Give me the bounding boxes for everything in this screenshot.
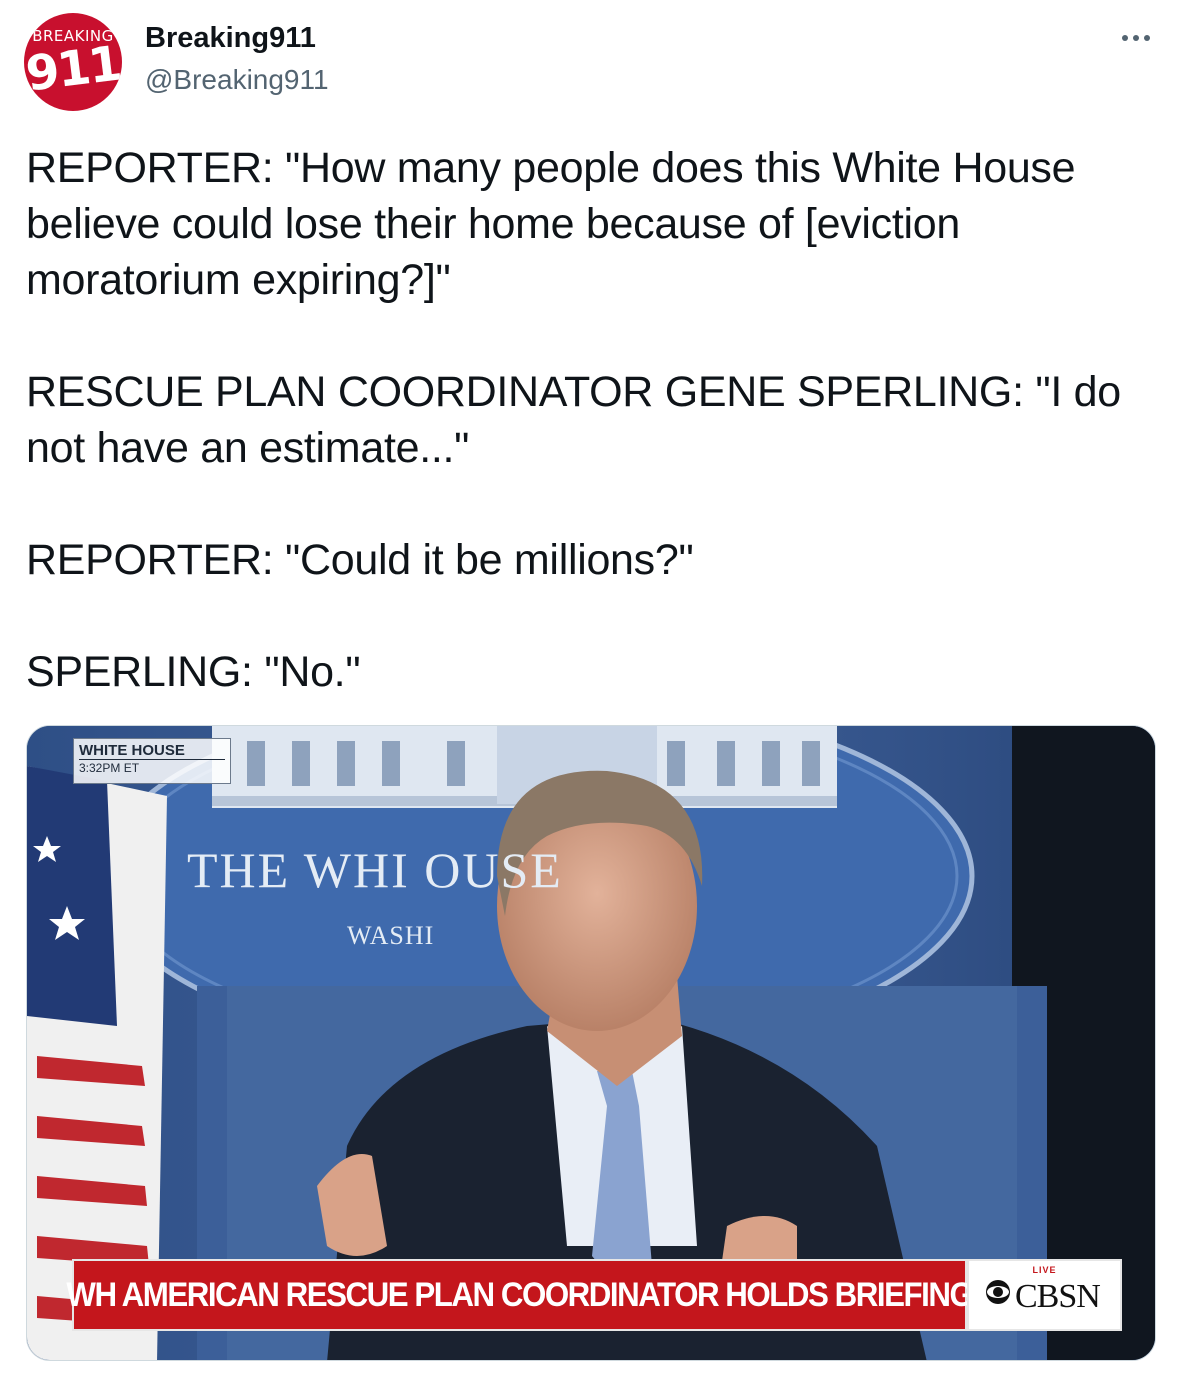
tweet-paragraph: REPORTER: "How many people does this Whi…: [26, 144, 1076, 304]
backdrop-seal-text: THE WHI OUSE: [187, 842, 563, 898]
chyron-text: WH AMERICAN RESCUE PLAN COORDINATOR HOLD…: [66, 1275, 974, 1314]
network-logo: CBSN: [985, 1278, 1101, 1315]
network-bug: LIVE CBSN: [967, 1259, 1122, 1331]
tweet-paragraph: RESCUE PLAN COORDINATOR GENE SPERLING: "…: [26, 368, 1121, 472]
author-display-name[interactable]: Breaking911: [145, 22, 316, 55]
cbs-eye-icon: [985, 1280, 1011, 1310]
tweet-paragraph: REPORTER: "Could it be millions?": [26, 536, 694, 584]
news-chyron: WH AMERICAN RESCUE PLAN COORDINATOR HOLD…: [67, 1259, 974, 1331]
backdrop-seal-subtext: WASHI: [347, 921, 435, 950]
author-handle[interactable]: @Breaking911: [145, 64, 329, 96]
network-name: CBSN: [1015, 1278, 1101, 1315]
author-avatar[interactable]: BREAKING 911: [24, 13, 122, 111]
location-bug: WHITE HOUSE 3:32PM ET: [73, 738, 231, 784]
avatar-number: 911: [24, 35, 122, 103]
live-label: LIVE: [1032, 1265, 1057, 1275]
tweet-video[interactable]: THE WHI OUSE WASHI WHITE HOUSE 3:32PM ET…: [26, 725, 1156, 1361]
location-time: 3:32PM ET: [79, 761, 140, 775]
tweet-card: BREAKING 911 Breaking911 @Breaking911 RE…: [0, 0, 1178, 1390]
more-options-icon[interactable]: [1112, 20, 1160, 56]
location-title: WHITE HOUSE: [79, 742, 225, 760]
tweet-text: REPORTER: "How many people does this Whi…: [26, 140, 1154, 700]
tweet-paragraph: SPERLING: "No.": [26, 648, 361, 696]
